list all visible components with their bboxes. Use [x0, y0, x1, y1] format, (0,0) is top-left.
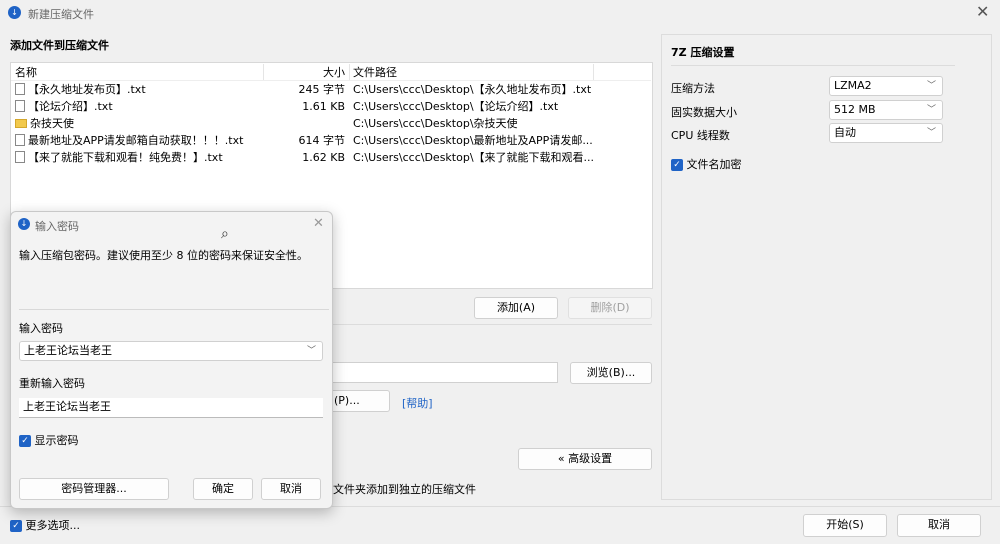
- text-file-icon: [15, 83, 25, 95]
- confirm-password-input[interactable]: 上老王论坛当老王: [19, 398, 323, 418]
- password-input[interactable]: 上老王论坛当老王 ﹀: [19, 341, 323, 361]
- dialog-hint: 输入压缩包密码。建议使用至少 8 位的密码来保证安全性。: [19, 249, 308, 262]
- checkbox-checked-icon: ✓: [10, 520, 22, 532]
- method-label: 压缩方法: [671, 82, 715, 95]
- text-file-icon: [15, 100, 25, 112]
- dialog-title: 输入密码: [35, 220, 79, 233]
- file-name: 最新地址及APP请发邮箱自动获取！！！.txt: [28, 134, 244, 147]
- add-button[interactable]: 添加(A): [474, 297, 558, 319]
- file-row[interactable]: 【永久地址发布页】.txt 245 字节 C:\Users\ccc\Desktop\…: [11, 81, 651, 98]
- file-path: C:\Users\ccc\Desktop\最新地址及APP请发邮...: [353, 134, 593, 147]
- settings-panel: 7Z 压缩设置 压缩方法 LZMA2 ﹀ 固实数据大小 512 MB ﹀ CPU 线…: [661, 34, 992, 500]
- chevron-down-icon: ﹀: [926, 128, 936, 138]
- browse-button[interactable]: 浏览(B)...: [570, 362, 652, 384]
- chevron-down-icon: ﹀: [926, 105, 936, 115]
- start-button[interactable]: 开始(S): [803, 514, 887, 537]
- file-size: 614 字节: [298, 134, 346, 147]
- file-size: 1.61 KB: [302, 100, 345, 113]
- password-manager-button[interactable]: 密码管理器...: [19, 478, 169, 500]
- method-select[interactable]: LZMA2 ﹀: [829, 76, 943, 96]
- list-header: 名称 大小 文件路径: [11, 64, 651, 81]
- chevron-down-icon: ﹀: [926, 81, 936, 91]
- threads-label: CPU 线程数: [671, 129, 730, 142]
- help-link[interactable]: [帮助]: [402, 395, 433, 411]
- file-path: C:\Users\ccc\Desktop\【来了就能下载和观看...: [353, 151, 593, 164]
- dict-value: 512 MB: [834, 103, 876, 116]
- title-bar: ↓ 新建压缩文件 ✕: [0, 0, 1000, 26]
- threads-select[interactable]: 自动 ﹀: [829, 123, 943, 143]
- file-path: C:\Users\ccc\Desktop\【永久地址发布页】.txt: [353, 83, 592, 96]
- delete-button[interactable]: 删除(D): [568, 297, 652, 319]
- show-password-checkbox[interactable]: ✓ 显示密码: [19, 432, 79, 448]
- file-size: 1.62 KB: [302, 151, 345, 164]
- app-logo-icon: ↓: [8, 6, 21, 19]
- password-dialog: ↓ 输入密码 ✕ 输入压缩包密码。建议使用至少 8 位的密码来保证安全性。 输入…: [10, 211, 333, 509]
- encrypt-names-checkbox[interactable]: ✓ 文件名加密: [671, 156, 742, 172]
- column-path[interactable]: 文件路径: [353, 64, 453, 81]
- column-size[interactable]: 大小: [311, 64, 345, 81]
- file-name: 【永久地址发布页】.txt: [28, 83, 146, 96]
- checkbox-checked-icon: ✓: [671, 159, 683, 171]
- text-file-icon: [15, 151, 25, 163]
- separate-archive-label[interactable]: 文件夹添加到独立的压缩文件: [333, 481, 476, 497]
- more-options-checkbox[interactable]: ✓ 更多选项...: [10, 517, 80, 533]
- file-row[interactable]: 杂技天使 C:\Users\ccc\Desktop\杂技天使: [11, 115, 651, 132]
- dialog-logo-icon: ↓: [18, 218, 30, 230]
- file-path: C:\Users\ccc\Desktop\杂技天使: [353, 117, 518, 130]
- file-name: 杂技天使: [30, 117, 74, 130]
- checkbox-checked-icon: ✓: [19, 435, 31, 447]
- dict-label: 固实数据大小: [671, 106, 737, 119]
- threads-value: 自动: [834, 126, 856, 139]
- dialog-cancel-button[interactable]: 取消: [261, 478, 321, 500]
- window-title: 新建压缩文件: [28, 8, 94, 21]
- chevron-down-icon[interactable]: ﹀: [307, 342, 316, 360]
- separator: [332, 324, 652, 325]
- dict-select[interactable]: 512 MB ﹀: [829, 100, 943, 120]
- confirm-label: 重新输入密码: [19, 377, 85, 390]
- dialog-close-icon[interactable]: ✕: [313, 216, 324, 231]
- show-password-label: 显示密码: [34, 434, 79, 447]
- file-path: C:\Users\ccc\Desktop\【论坛介绍】.txt: [353, 100, 559, 113]
- set-password-button[interactable]: (P)...: [330, 390, 390, 412]
- column-name[interactable]: 名称: [15, 64, 265, 81]
- password-value: 上老王论坛当老王: [24, 344, 112, 357]
- folder-icon: [15, 118, 27, 128]
- section-title: 添加文件到压缩文件: [10, 39, 109, 52]
- file-name: 【来了就能下载和观看！纯免费！】.txt: [28, 151, 223, 164]
- confirm-password-value: 上老王论坛当老王: [23, 400, 111, 413]
- archive-path-input[interactable]: [332, 362, 558, 383]
- file-row[interactable]: 【来了就能下载和观看！纯免费！】.txt 1.62 KB C:\Users\ccc\…: [11, 149, 651, 166]
- file-name: 【论坛介绍】.txt: [28, 100, 113, 113]
- method-value: LZMA2: [834, 79, 872, 92]
- file-row[interactable]: 最新地址及APP请发邮箱自动获取！！！.txt 614 字节 C:\Users\cc…: [11, 132, 651, 149]
- settings-title-line: [671, 65, 955, 66]
- more-options-label: 更多选项...: [25, 519, 81, 532]
- text-file-icon: [15, 134, 25, 146]
- cancel-button[interactable]: 取消: [897, 514, 981, 537]
- encrypt-names-label: 文件名加密: [686, 158, 742, 171]
- advanced-settings-button[interactable]: « 高级设置: [518, 448, 652, 470]
- dialog-separator: [19, 309, 329, 310]
- settings-title: 7Z 压缩设置: [671, 46, 735, 59]
- file-size: 245 字节: [298, 83, 346, 96]
- password-label: 输入密码: [19, 322, 63, 335]
- file-row[interactable]: 【论坛介绍】.txt 1.61 KB C:\Users\ccc\Desktop\【论…: [11, 98, 651, 115]
- mouse-cursor-icon: ⌕: [221, 226, 229, 242]
- ok-button[interactable]: 确定: [193, 478, 253, 500]
- close-icon[interactable]: ✕: [976, 2, 989, 21]
